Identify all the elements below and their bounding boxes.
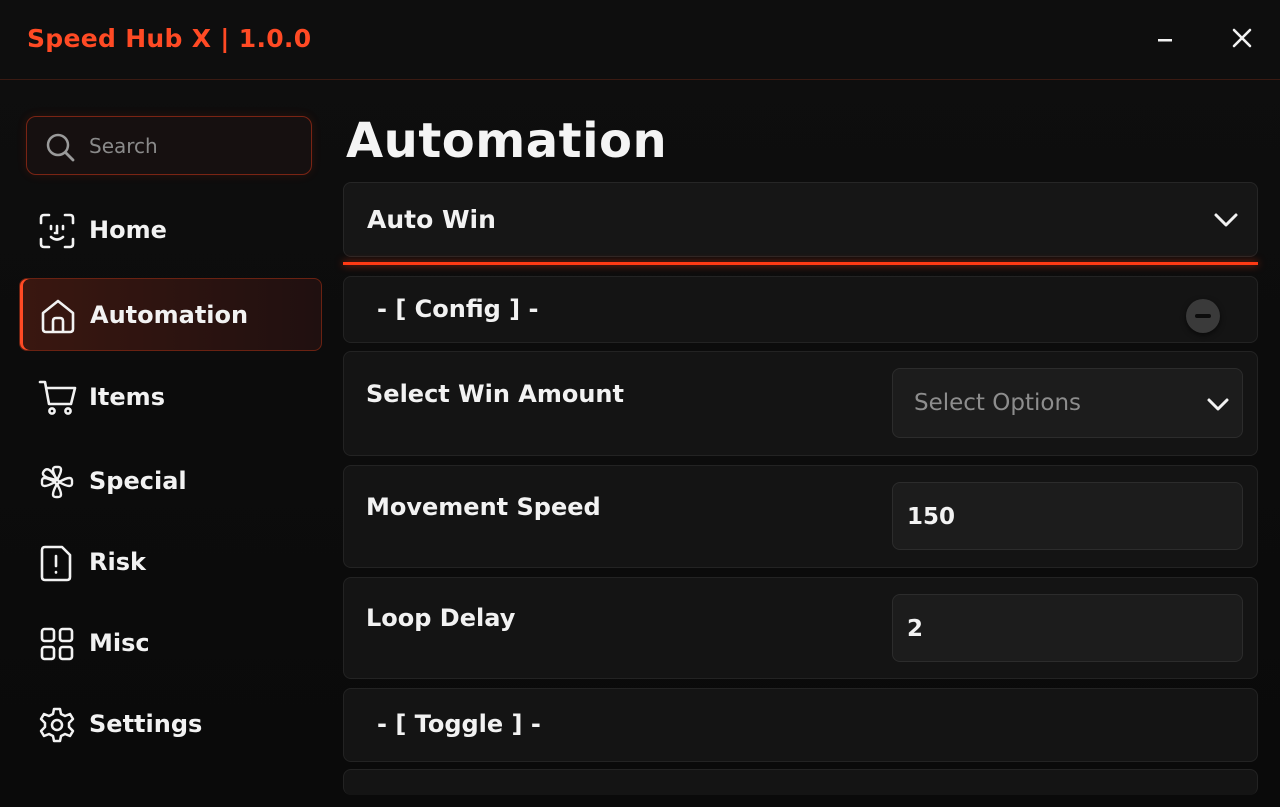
minimize-button[interactable] <box>1145 18 1185 58</box>
section-underline <box>343 262 1258 265</box>
loop-delay-input[interactable] <box>907 613 1227 645</box>
section-title: Auto Win <box>367 205 496 234</box>
movement-speed-row: Movement Speed <box>343 465 1258 568</box>
search-icon <box>44 131 76 167</box>
face-scan-icon <box>38 212 76 250</box>
collapse-button[interactable] <box>1186 299 1220 333</box>
auto-win-section-toggle[interactable]: Auto Win <box>343 182 1258 257</box>
title-bar: Speed Hub X | 1.0.0 <box>0 0 1280 80</box>
chevron-down-icon <box>1205 391 1231 421</box>
file-alert-icon <box>38 544 76 582</box>
app-title: Speed Hub X | 1.0.0 <box>27 24 312 53</box>
search-box[interactable] <box>26 116 312 175</box>
clover-icon <box>38 463 76 501</box>
movement-speed-input[interactable] <box>907 501 1227 533</box>
sidebar-item-special[interactable]: Special <box>19 445 322 518</box>
grid-icon <box>38 625 76 663</box>
app-window: Speed Hub X | 1.0.0 Search Home Automati… <box>0 0 1280 807</box>
toggle-header: - [ Toggle ] - <box>343 688 1258 762</box>
movement-speed-label: Movement Speed <box>366 493 601 521</box>
win-amount-row: Select Win Amount Select Options <box>343 351 1258 456</box>
close-button[interactable] <box>1222 18 1262 58</box>
toggle-header-label: - [ Toggle ] - <box>377 710 541 738</box>
loop-delay-label: Loop Delay <box>366 604 516 632</box>
sidebar-item-label: Special <box>89 467 187 495</box>
cart-icon <box>38 379 77 417</box>
page-title: Automation <box>346 113 668 169</box>
sidebar-item-automation[interactable]: Automation <box>19 278 322 351</box>
config-header: - [ Config ] - <box>343 276 1258 343</box>
minimize-icon <box>1158 39 1172 42</box>
config-header-label: - [ Config ] - <box>377 295 539 323</box>
gear-icon <box>38 706 76 744</box>
sidebar-item-items[interactable]: Items <box>19 361 322 434</box>
sidebar-item-label: Risk <box>89 548 146 576</box>
loop-delay-field[interactable] <box>892 594 1243 662</box>
sidebar: Home Automation Items <box>0 81 335 807</box>
chevron-down-icon <box>1212 206 1240 238</box>
sidebar-item-label: Home <box>89 216 167 244</box>
win-amount-dropdown[interactable]: Select Options <box>892 368 1243 438</box>
sidebar-item-label: Misc <box>89 629 150 657</box>
sidebar-item-label: Settings <box>89 710 203 738</box>
sidebar-item-misc[interactable]: Misc <box>19 607 322 680</box>
win-amount-label: Select Win Amount <box>366 380 624 408</box>
sidebar-item-settings[interactable]: Settings <box>19 688 322 761</box>
sidebar-item-risk[interactable]: Risk <box>19 526 322 599</box>
movement-speed-field[interactable] <box>892 482 1243 550</box>
dropdown-value: Select Options <box>914 390 1082 416</box>
home-icon <box>39 297 77 335</box>
next-card-partial <box>343 769 1258 795</box>
loop-delay-row: Loop Delay <box>343 577 1258 679</box>
sidebar-item-label: Automation <box>90 301 249 329</box>
search-input[interactable] <box>89 131 299 161</box>
sidebar-item-home[interactable]: Home <box>19 194 322 267</box>
close-icon <box>1232 28 1252 48</box>
sidebar-item-label: Items <box>89 383 165 411</box>
